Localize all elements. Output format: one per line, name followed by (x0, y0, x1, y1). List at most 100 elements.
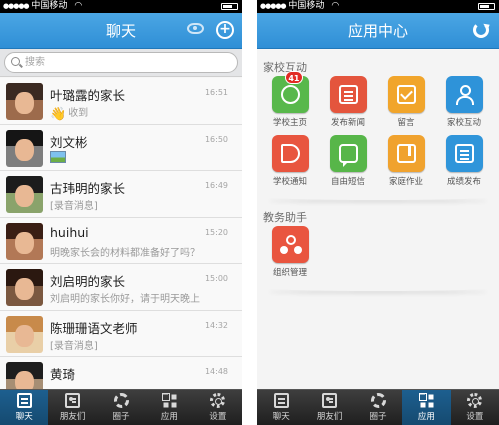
glyph-org (281, 235, 300, 254)
list-item[interactable]: 古玮明的家长 [录音消息] 16:49 (0, 171, 242, 218)
tab-label: 朋友们 (316, 412, 343, 422)
app-grid: 41 学校主页 发布新闻 留言 家校互动学校通知 自由短信 家庭作业 成绩发布 (257, 71, 499, 194)
message-icon[interactable] (387, 76, 425, 113)
app-sms[interactable]: 自由短信 (319, 135, 377, 194)
chat-time: 14:32 (204, 320, 228, 330)
chat-time: 16:50 (204, 134, 228, 144)
chat-icon (273, 393, 289, 408)
app-grid: 组织管理 (257, 226, 499, 285)
chat-screen: ●●●●● 中国移动 ◠ 聊天 + 搜索 叶璐露的家长 👋 收到 16:51 刘文彬 16… (0, 0, 242, 425)
avatar[interactable] (6, 315, 43, 353)
app-organization[interactable]: 组织管理 (261, 226, 319, 285)
circle-icon (370, 393, 386, 408)
section-title: 教务助手 (263, 211, 307, 224)
avatar[interactable] (6, 83, 43, 120)
glyph-lines (454, 144, 474, 163)
search-input[interactable]: 搜索 (4, 52, 238, 73)
apps-icon (418, 393, 434, 408)
avatar[interactable] (6, 129, 43, 167)
chat-message: 明晚家长会的材料都准备好了吗？ (50, 247, 200, 259)
glyph-book (396, 144, 416, 163)
avatar-face (15, 138, 34, 161)
list-item[interactable]: 刘启明的家长 刘启明的家长你好，请于明天晚上 15:00 (0, 264, 242, 311)
refresh-icon[interactable] (473, 22, 489, 38)
chat-preview (50, 150, 66, 164)
tab-bar: 聊天 朋友们 圈子 应用 设置 (0, 389, 242, 425)
eye-icon[interactable] (187, 23, 204, 34)
avatar[interactable] (6, 176, 43, 213)
list-item[interactable]: 叶璐露的家长 👋 收到 16:51 (0, 78, 242, 125)
avatar-face (15, 185, 34, 208)
chat-preview: [录音消息] (50, 337, 98, 352)
chat-name: 刘文彬 (50, 134, 88, 150)
signal-icon: ●●●●● (3, 2, 30, 10)
chat-preview: 👋 收到 (50, 104, 88, 122)
tab-label: 设置 (209, 412, 227, 422)
carrier-label: 中国移动 (288, 1, 325, 11)
chat-time: 16:51 (204, 88, 228, 97)
school-home-icon[interactable]: 41 (271, 71, 309, 113)
chat-time: 16:49 (204, 181, 228, 190)
app-label: 发布新闻 (330, 118, 365, 128)
wifi-icon: ◠ (74, 1, 83, 11)
chat-icon (16, 393, 32, 408)
app-homework[interactable]: 家庭作业 (377, 135, 435, 194)
chat-list: 叶璐露的家长 👋 收到 16:51 刘文彬 16:50 古玮明的家长 [录音消息] 16:49 h… (0, 78, 242, 389)
list-item[interactable]: 刘文彬 16:50 (0, 125, 242, 171)
chat-name: huihui (50, 224, 89, 240)
chat-preview: 明晚家长会的材料都准备好了吗？ (50, 244, 200, 259)
glyph-lines (338, 85, 358, 104)
app-parents[interactable]: 家校互动 (435, 76, 493, 135)
grades-icon[interactable] (445, 135, 483, 172)
page-title: 聊天 (105, 22, 136, 40)
tab-settings[interactable]: 设置 (194, 390, 242, 425)
parents-icon[interactable] (445, 76, 483, 113)
app-message[interactable]: 留言 (377, 76, 435, 135)
organization-icon[interactable] (271, 226, 309, 263)
chat-time: 15:20 (204, 227, 228, 237)
app-label: 成绩发布 (446, 177, 481, 187)
tab-apps[interactable]: 应用 (145, 390, 193, 425)
app-news[interactable]: 发布新闻 (319, 76, 377, 135)
app-label: 家校互动 (446, 118, 481, 128)
tab-apps[interactable]: 应用 (402, 390, 451, 425)
avatar-face (15, 231, 34, 254)
tab-chat[interactable]: 聊天 (0, 390, 49, 425)
tab-label: 设置 (466, 412, 484, 422)
add-chat-icon[interactable]: + (216, 21, 234, 39)
battery-icon (221, 3, 238, 10)
homework-icon[interactable] (387, 135, 425, 172)
app-notice[interactable]: 学校通知 (261, 135, 319, 194)
tab-circle[interactable]: 圈子 (354, 390, 402, 425)
sms-icon[interactable] (329, 135, 367, 172)
nav-bar: 应用中心 (257, 13, 499, 49)
tab-label: 朋友们 (59, 412, 86, 422)
status-bar: ●●●●● 中国移动 ◠ (257, 0, 499, 13)
tab-friends[interactable]: 朋友们 (305, 390, 353, 425)
list-item[interactable]: 黄琦 14:48 (0, 357, 242, 389)
glyph-check (396, 85, 416, 104)
avatar[interactable] (6, 362, 43, 389)
tab-settings[interactable]: 设置 (451, 390, 499, 425)
app-grades[interactable]: 成绩发布 (435, 135, 493, 194)
chat-time: 15:00 (204, 274, 228, 283)
wifi-icon: ◠ (331, 1, 340, 11)
avatar[interactable] (6, 222, 43, 260)
news-icon[interactable] (329, 76, 367, 113)
list-item[interactable]: 陈珊珊语文老师 [录音消息] 14:32 (0, 311, 242, 357)
tab-circle[interactable]: 圈子 (97, 390, 145, 425)
chat-preview: 刘启明的家长你好，请于明天晚上 (50, 290, 200, 305)
tab-chat[interactable]: 聊天 (257, 390, 305, 425)
chat-name: 黄琦 (50, 367, 76, 382)
tab-label: 聊天 (272, 412, 290, 422)
tab-friends[interactable]: 朋友们 (48, 390, 96, 425)
app-school-home[interactable]: 41 学校主页 (261, 71, 319, 135)
glyph-person (455, 85, 474, 105)
app-center-screen: ●●●●● 中国移动 ◠ 应用中心 家校互动 41 学校主页 发布新闻 留言 家校互动学校… (257, 0, 499, 425)
list-item[interactable]: huihui 明晚家长会的材料都准备好了吗？ 15:20 (0, 218, 242, 264)
circle-icon (113, 393, 129, 408)
app-label: 学校主页 (272, 118, 307, 128)
chat-name: 叶璐露的家长 (50, 88, 126, 103)
notice-icon[interactable] (271, 135, 309, 172)
avatar[interactable] (6, 269, 43, 306)
